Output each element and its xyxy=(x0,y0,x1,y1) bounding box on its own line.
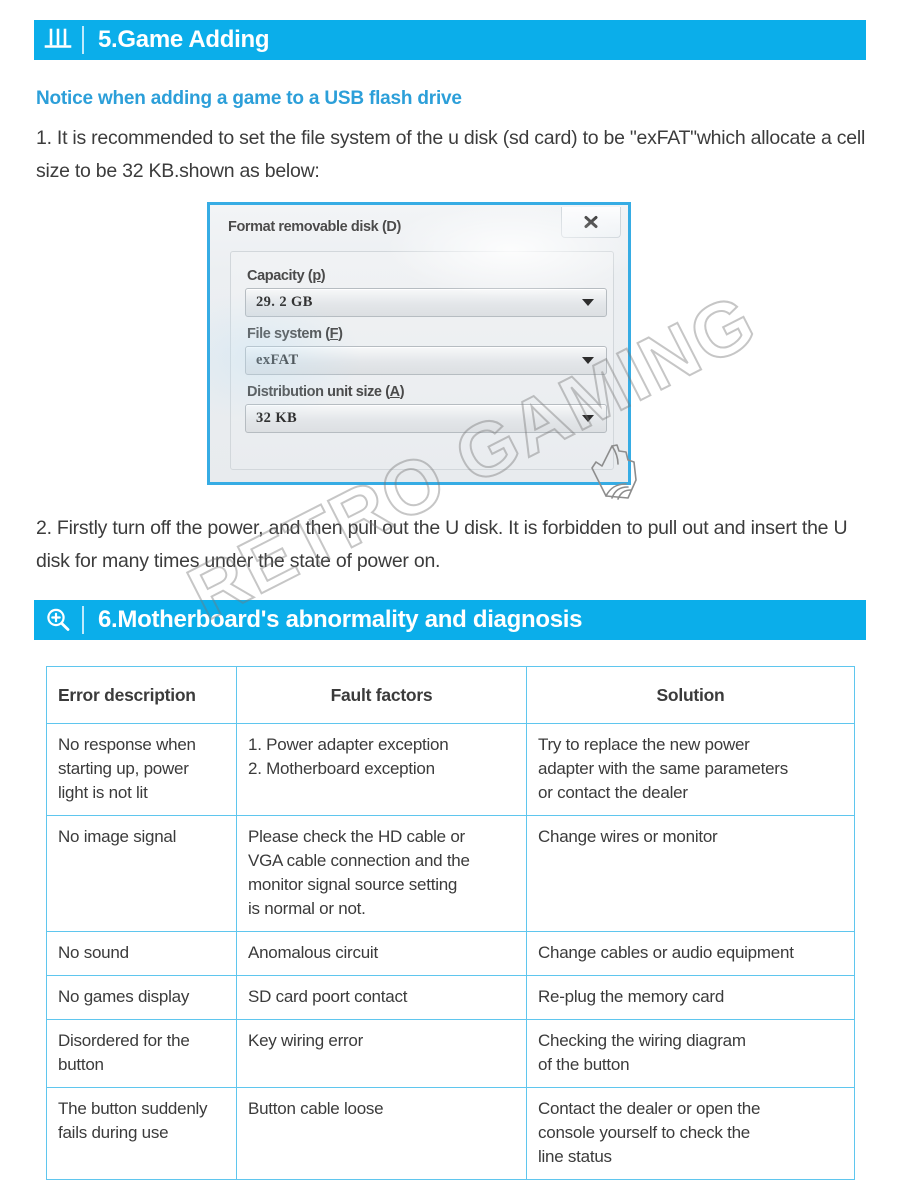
cell-error: No games display xyxy=(46,975,237,1020)
cell-line: Try to replace the new power xyxy=(538,735,750,754)
dialog-title: Format removable disk (D) xyxy=(228,219,401,235)
unitsize-mnemonic: A xyxy=(389,384,400,400)
format-dialog-window: Format removable disk (D) Capacity (p) 2… xyxy=(210,205,628,482)
cell-line: No response when xyxy=(58,735,196,754)
cell-solution: Change cables or audio equipment xyxy=(526,931,855,976)
cell-line: Re-plug the memory card xyxy=(538,987,725,1006)
table-row: No sound Anomalous circuit Change cables… xyxy=(46,931,855,976)
column-header-solution: Solution xyxy=(526,666,855,724)
section-title: 6.Motherboard's abnormality and diagnosi… xyxy=(98,606,583,633)
cell-line: monitor signal source setting xyxy=(248,875,458,894)
close-x-icon[interactable] xyxy=(561,207,621,238)
unitsize-select[interactable]: 32 KB xyxy=(245,404,607,433)
table-row: No image signal Please check the HD cabl… xyxy=(46,815,855,932)
cell-line: starting up, power xyxy=(58,759,189,778)
dialog-fields-panel: Capacity (p) 29. 2 GB File system (F) ex… xyxy=(230,251,614,470)
cell-solution: Try to replace the new power adapter wit… xyxy=(526,723,855,816)
notice-heading: Notice when adding a game to a USB flash… xyxy=(36,88,462,109)
cell-line: button xyxy=(58,1055,104,1074)
cell-line: Contact the dealer or open the xyxy=(538,1099,761,1118)
cell-line: Please check the HD cable or xyxy=(248,827,465,846)
cell-line: The button suddenly xyxy=(58,1099,208,1118)
table-row: No games display SD card poort contact R… xyxy=(46,975,855,1020)
chevron-down-icon xyxy=(582,415,594,422)
capacity-label-text: Capacity ( xyxy=(247,268,313,284)
filesystem-label-tail: ) xyxy=(338,326,343,342)
section-title: 5.Game Adding xyxy=(98,26,270,53)
table-header-row: Error description Fault factors Solution xyxy=(46,666,855,724)
filesystem-label: File system (F) xyxy=(247,326,343,342)
capacity-value: 29. 2 GB xyxy=(256,294,313,310)
capacity-select[interactable]: 29. 2 GB xyxy=(245,288,607,317)
cell-factors: 1. Power adapter exception 2. Motherboar… xyxy=(236,723,527,816)
cell-factors: Key wiring error xyxy=(236,1019,527,1088)
paragraph-2: 2. Firstly turn off the power, and then … xyxy=(36,517,848,572)
cell-line: Change wires or monitor xyxy=(538,827,718,846)
cell-line: No games display xyxy=(58,987,190,1006)
cell-factors: Please check the HD cable or VGA cable c… xyxy=(236,815,527,932)
cell-error: The button suddenly fails during use xyxy=(46,1087,237,1180)
cell-factors: SD card poort contact xyxy=(236,975,527,1020)
cell-error: Disordered for the button xyxy=(46,1019,237,1088)
filesystem-mnemonic: F xyxy=(329,326,339,342)
manual-page: 5.Game Adding Notice when adding a game … xyxy=(0,0,900,1188)
cell-error: No sound xyxy=(46,931,237,976)
filesystem-label-text: File system ( xyxy=(247,326,330,342)
cell-line: VGA cable connection and the xyxy=(248,851,470,870)
cell-line: 1. Power adapter exception xyxy=(248,735,449,754)
unitsize-value: 32 KB xyxy=(256,410,298,426)
paragraph-1: 1. It is recommended to set the file sys… xyxy=(36,127,866,182)
section-header-game-adding: 5.Game Adding xyxy=(34,20,866,60)
cell-solution: Checking the wiring diagram of the butto… xyxy=(526,1019,855,1088)
cell-line: fails during use xyxy=(58,1123,169,1142)
magnifier-plus-icon xyxy=(34,600,82,640)
cell-line: Key wiring error xyxy=(248,1031,364,1050)
filesystem-value: exFAT xyxy=(256,352,299,368)
cell-line: Button cable loose xyxy=(248,1099,384,1118)
format-dialog-screenshot: Format removable disk (D) Capacity (p) 2… xyxy=(207,202,631,485)
cell-line: No sound xyxy=(58,943,129,962)
chevron-down-icon xyxy=(582,299,594,306)
capacity-label: Capacity (p) xyxy=(247,268,326,284)
cell-error: No image signal xyxy=(46,815,237,932)
cell-line: Change cables or audio equipment xyxy=(538,943,794,962)
cell-factors: Button cable loose xyxy=(236,1087,527,1180)
cell-line: of the button xyxy=(538,1055,630,1074)
header-divider xyxy=(82,26,84,54)
column-header-factors: Fault factors xyxy=(236,666,527,724)
cell-line: console yourself to check the xyxy=(538,1123,750,1142)
cell-line: line status xyxy=(538,1147,612,1166)
cell-solution: Change wires or monitor xyxy=(526,815,855,932)
cell-error: No response when starting up, power ligh… xyxy=(46,723,237,816)
cell-line: light is not lit xyxy=(58,783,148,802)
diagnosis-table: Error description Fault factors Solution… xyxy=(46,666,855,1180)
cell-line: SD card poort contact xyxy=(248,987,408,1006)
cell-solution: Contact the dealer or open the console y… xyxy=(526,1087,855,1180)
unitsize-label-tail: ) xyxy=(399,384,405,400)
cell-line: Anomalous circuit xyxy=(248,943,378,962)
unitsize-label: Distribution unit size (A) xyxy=(247,384,405,400)
cell-line: Checking the wiring diagram xyxy=(538,1031,746,1050)
unitsize-label-text: Distribution unit size ( xyxy=(247,384,390,400)
section-header-diagnosis: 6.Motherboard's abnormality and diagnosi… xyxy=(34,600,866,640)
capacity-label-tail: ) xyxy=(320,268,326,284)
capacity-mnemonic: p xyxy=(312,268,321,284)
chevron-down-icon xyxy=(582,357,594,364)
cell-line: 2. Motherboard exception xyxy=(248,759,435,778)
cell-line: No image signal xyxy=(58,827,177,846)
cell-line: or contact the dealer xyxy=(538,783,688,802)
table-row: Disordered for the button Key wiring err… xyxy=(46,1019,855,1088)
filesystem-select[interactable]: exFAT xyxy=(245,346,607,375)
header-divider xyxy=(82,606,84,634)
column-header-error: Error description xyxy=(46,666,237,724)
table-row: No response when starting up, power ligh… xyxy=(46,723,855,816)
cell-line: adapter with the same parameters xyxy=(538,759,788,778)
abacus-icon xyxy=(34,20,82,60)
dialog-titlebar: Format removable disk (D) xyxy=(210,205,628,249)
cell-line: is normal or not. xyxy=(248,899,366,918)
table-row: The button suddenly fails during use But… xyxy=(46,1087,855,1180)
cell-line: Disordered for the xyxy=(58,1031,190,1050)
cell-solution: Re-plug the memory card xyxy=(526,975,855,1020)
cell-factors: Anomalous circuit xyxy=(236,931,527,976)
